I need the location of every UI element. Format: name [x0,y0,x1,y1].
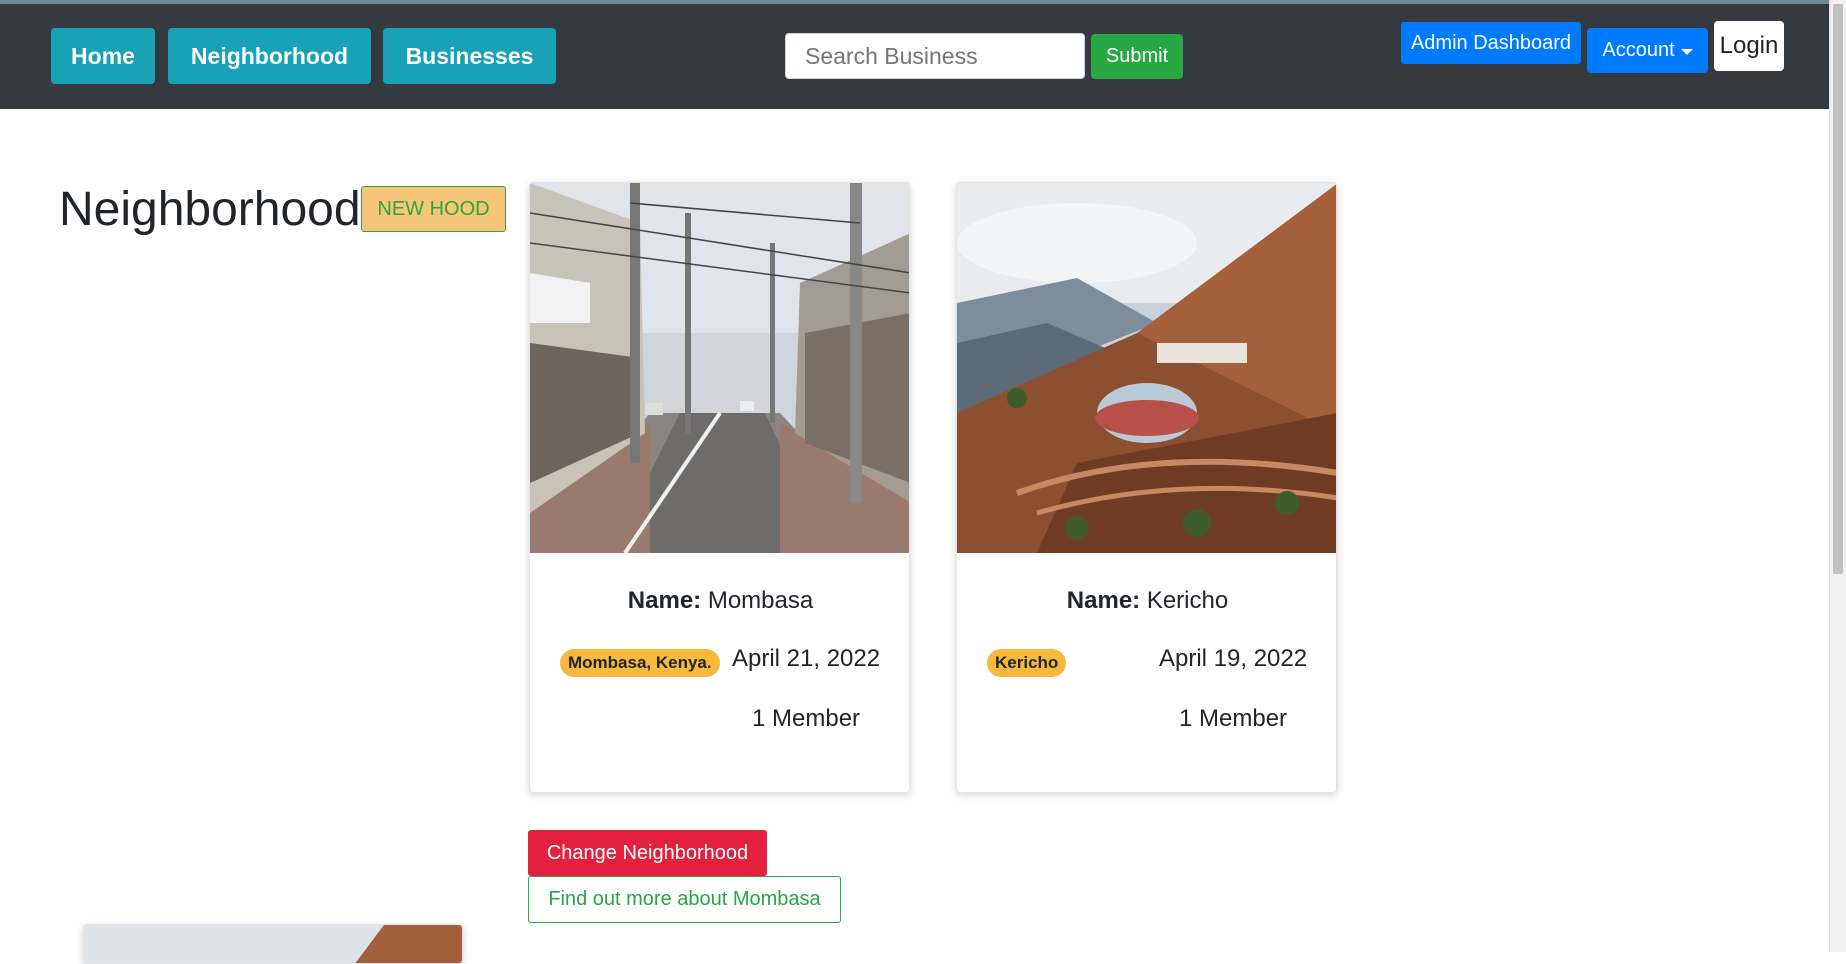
neighborhood-card: Name: Kericho Kericho April 19, 2022 1 M… [956,182,1337,793]
location-badge: Kericho [987,649,1067,677]
street-photo-image [530,183,909,553]
admin-dashboard-button[interactable]: Admin Dashboard [1401,22,1581,64]
location-badge: Mombasa, Kenya. [560,649,720,677]
card-date: April 21, 2022 [732,645,881,672]
login-button[interactable]: Login [1714,21,1784,71]
vertical-scrollbar[interactable] [1829,0,1846,952]
search-submit-button[interactable]: Submit [1091,34,1183,79]
account-label: Account [1602,39,1675,61]
nav-businesses-button[interactable]: Businesses [383,28,556,84]
search-business-input[interactable] [785,33,1085,79]
page-title: Neighborhood [59,183,361,236]
neighborhood-card: Name: Mombasa Mombasa, Kenya. April 21, … [529,182,910,793]
nav-neighborhood-button[interactable]: Neighborhood [168,28,371,84]
new-hood-button[interactable]: NEW HOOD [361,186,506,232]
card-members: 1 Member [1179,705,1288,732]
find-out-more-button[interactable]: Find out more about Mombasa [528,876,841,923]
card-name: Name: Mombasa [530,587,909,615]
change-neighborhood-button[interactable]: Change Neighborhood [528,830,767,876]
card-date: April 19, 2022 [1159,645,1308,672]
card-name-label: Name: [1066,587,1141,614]
account-dropdown-button[interactable]: Account [1587,28,1708,73]
scrollbar-thumb[interactable] [1833,4,1843,574]
card-name-value: Mombasa [707,587,814,614]
mountain-dome-photo-image [957,183,1336,553]
card-name-label: Name: [627,587,702,614]
card-members: 1 Member [752,705,861,732]
card-name: Name: Kericho [957,587,1336,615]
card-name-value: Kericho [1146,587,1229,614]
partial-card-image [83,924,463,964]
caret-down-icon [1680,48,1693,55]
nav-home-button[interactable]: Home [51,28,155,84]
top-navbar: Home Neighborhood Businesses Submit Admi… [0,4,1846,109]
